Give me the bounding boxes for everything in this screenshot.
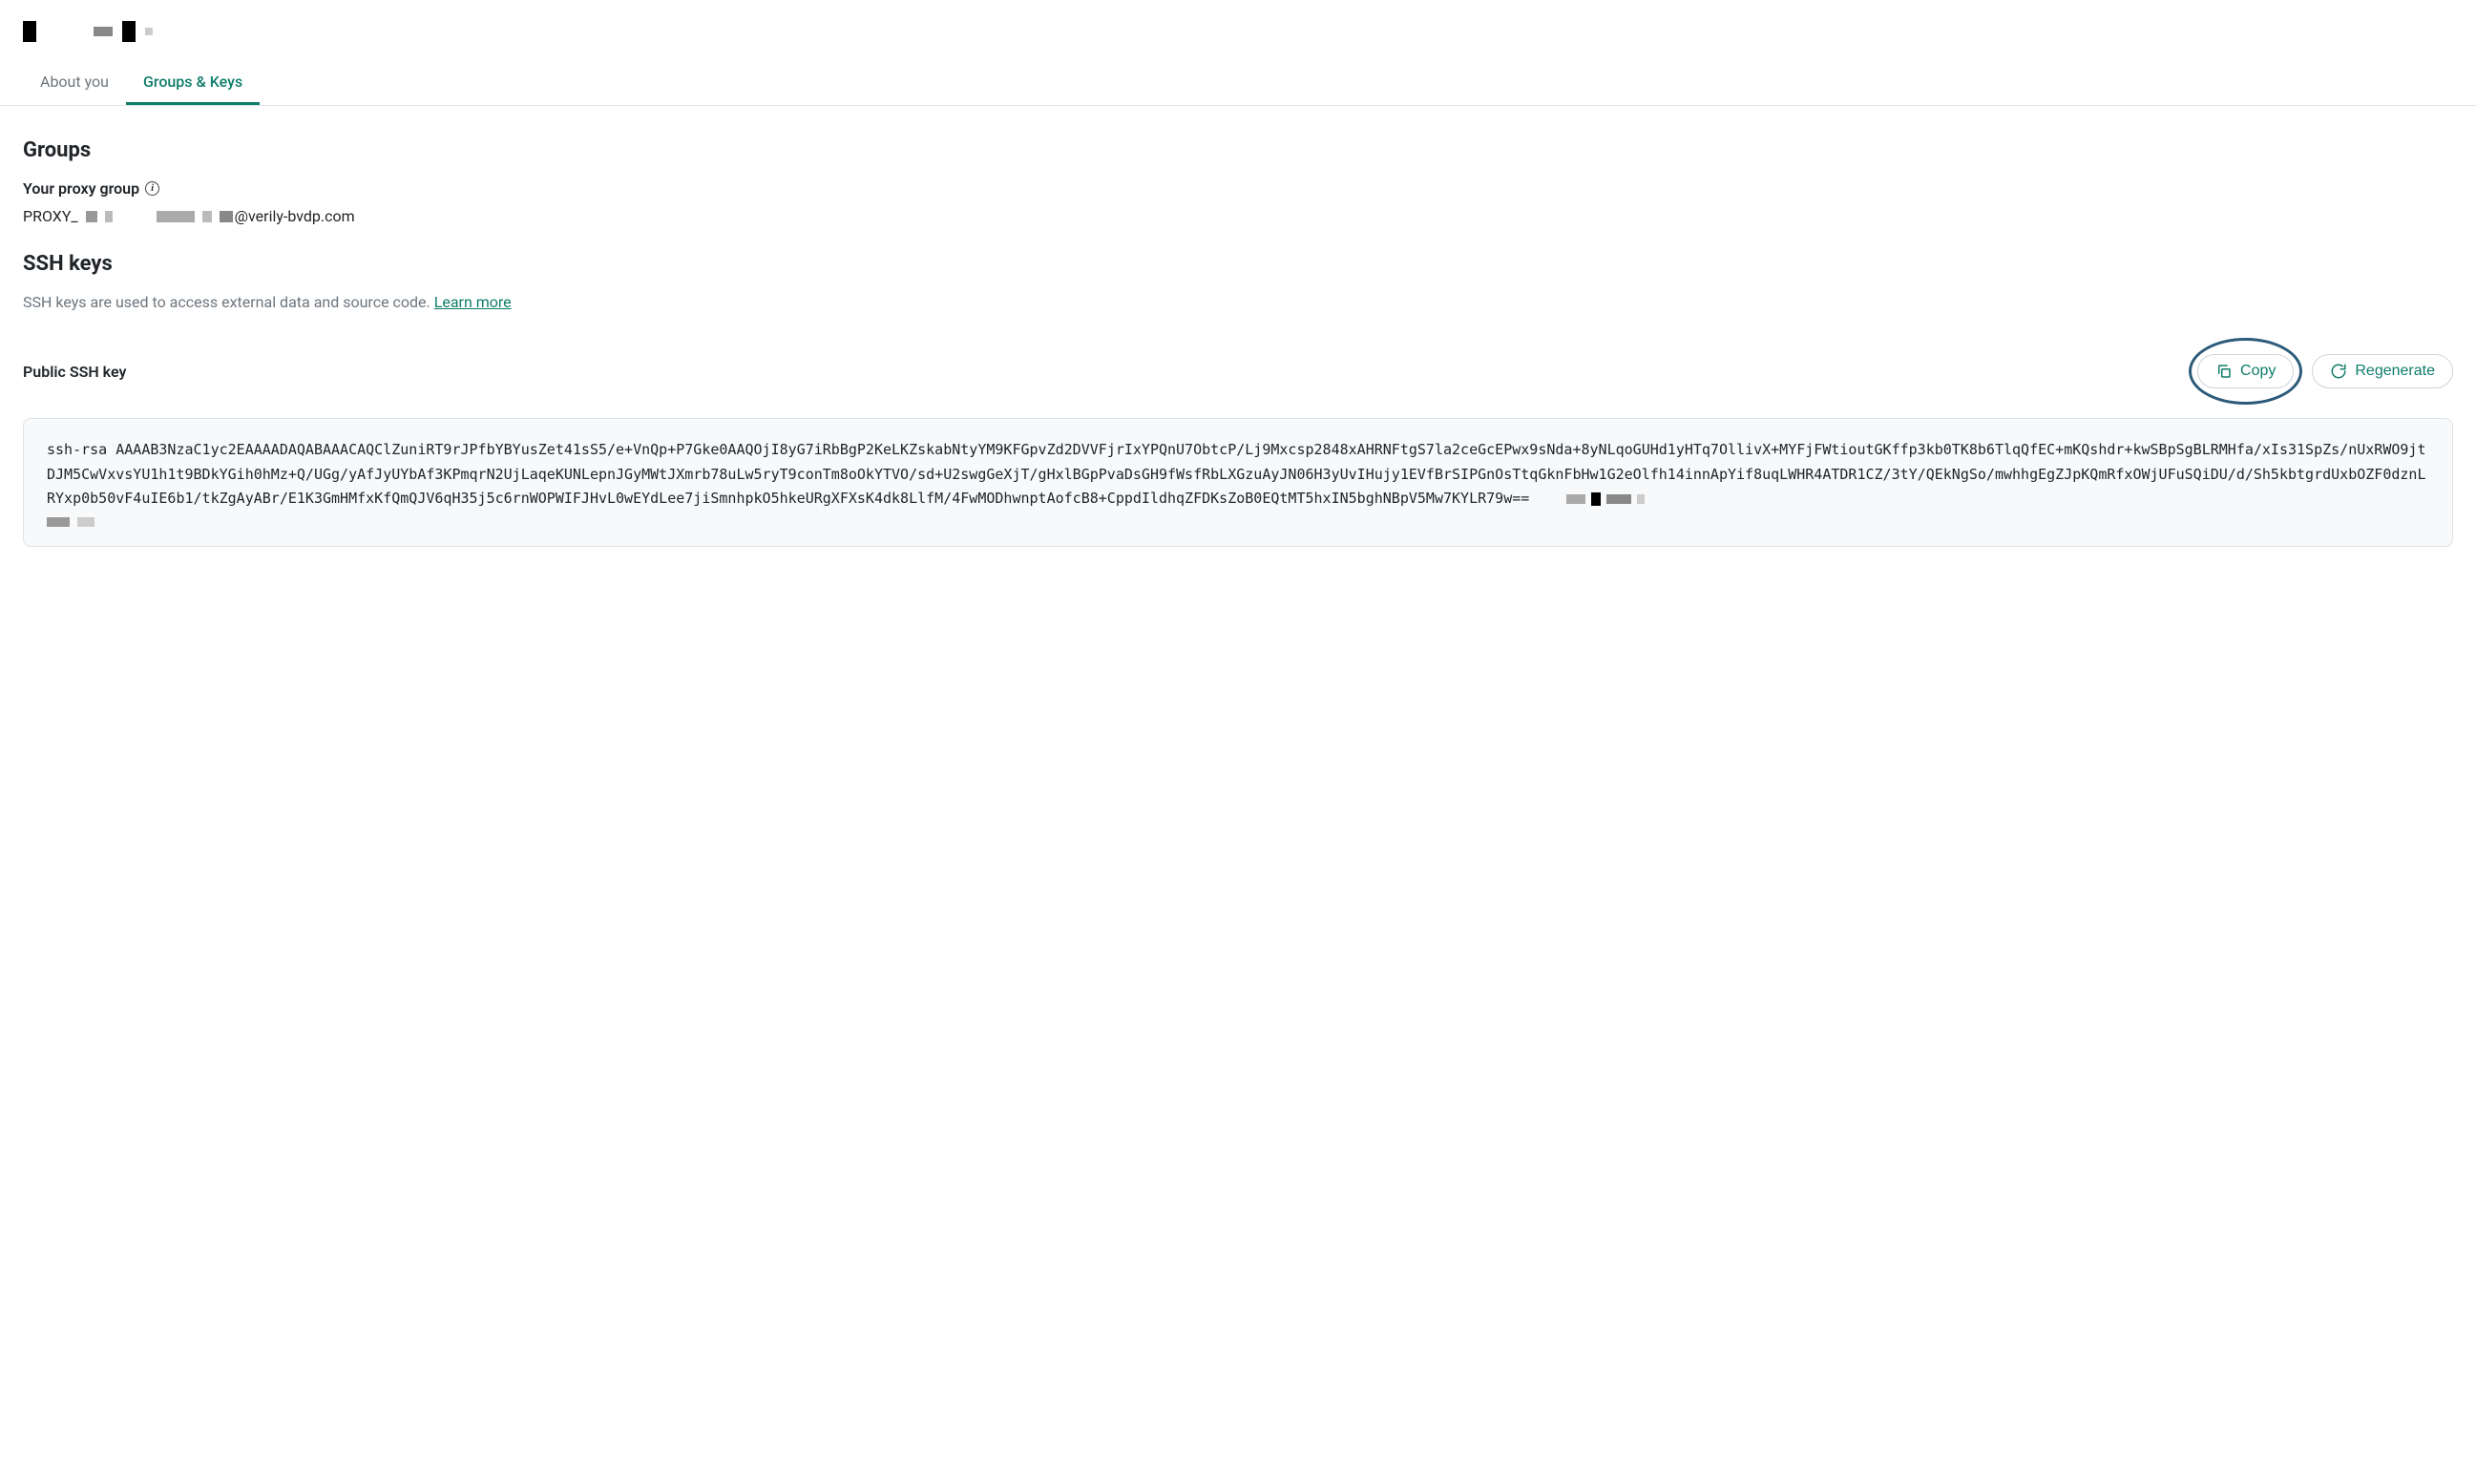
learn-more-link[interactable]: Learn more bbox=[434, 293, 512, 311]
ssh-keys-heading: SSH keys bbox=[23, 252, 2453, 276]
proxy-prefix: PROXY_ bbox=[23, 207, 78, 225]
redacted-owner bbox=[1566, 492, 1645, 506]
public-key-box: ssh-rsa AAAAB3NzaC1yc2EAAAADAQABAAACAQCl… bbox=[23, 418, 2453, 547]
tabs-bar: About you Groups & Keys bbox=[0, 63, 2476, 106]
main-content: Groups Your proxy group i PROXY_ @verily… bbox=[23, 106, 2453, 547]
proxy-group-label-row: Your proxy group i bbox=[23, 179, 2453, 198]
redacted-square bbox=[23, 21, 36, 42]
redacted-chunk bbox=[105, 211, 113, 222]
refresh-icon bbox=[2330, 363, 2347, 380]
public-key-value: ssh-rsa AAAAB3NzaC1yc2EAAAADAQABAAACAQCl… bbox=[47, 441, 2426, 507]
public-key-label: Public SSH key bbox=[23, 363, 126, 381]
redacted-bar bbox=[94, 27, 113, 36]
groups-heading: Groups bbox=[23, 138, 2453, 162]
regenerate-button[interactable]: Regenerate bbox=[2312, 354, 2453, 388]
redacted-owner-line2 bbox=[47, 517, 2429, 527]
proxy-suffix: @verily-bvdp.com bbox=[235, 207, 355, 225]
redacted-chunk bbox=[202, 211, 212, 222]
copy-button[interactable]: Copy bbox=[2197, 354, 2294, 388]
tab-groups-keys[interactable]: Groups & Keys bbox=[126, 63, 260, 105]
redacted-square bbox=[122, 21, 136, 42]
page-title-row bbox=[23, 21, 2453, 42]
redacted-dot bbox=[145, 28, 153, 35]
public-key-header-row: Public SSH key Copy bbox=[23, 338, 2453, 405]
redacted-chunk bbox=[157, 211, 195, 222]
copy-button-label: Copy bbox=[2240, 363, 2276, 380]
public-key-actions: Copy Regenerate bbox=[2189, 338, 2453, 405]
info-icon[interactable]: i bbox=[145, 181, 159, 196]
annotation-circle: Copy bbox=[2189, 338, 2302, 405]
ssh-desc-text: SSH keys are used to access external dat… bbox=[23, 293, 434, 311]
proxy-group-label: Your proxy group bbox=[23, 179, 139, 198]
redacted-chunk bbox=[220, 211, 233, 222]
copy-icon bbox=[2215, 363, 2233, 380]
proxy-group-value: PROXY_ @verily-bvdp.com bbox=[23, 207, 2453, 225]
tab-about-you[interactable]: About you bbox=[23, 63, 126, 105]
ssh-keys-description: SSH keys are used to access external dat… bbox=[23, 293, 2453, 311]
regenerate-button-label: Regenerate bbox=[2355, 363, 2435, 380]
redacted-chunk bbox=[86, 211, 97, 222]
